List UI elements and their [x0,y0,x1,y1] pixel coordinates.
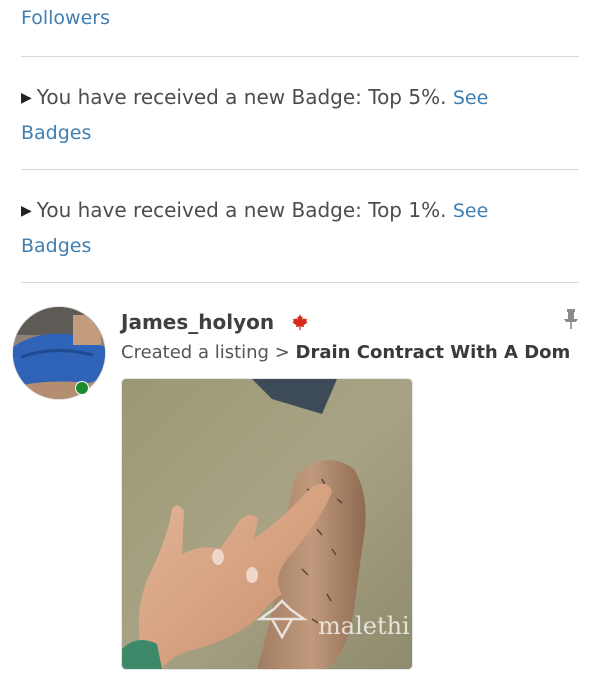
divider [21,169,579,170]
activity-feed: Followers ▶ You have received a new Badge… [0,0,600,675]
listing-title-link[interactable]: Drain Contract With A Dom [296,342,571,363]
pin-icon[interactable] [562,308,580,330]
notification-text: You have received a new Badge: Top 5%. [36,85,447,109]
avatar[interactable] [12,306,106,400]
post-action-line: Created a listing > Drain Contract With … [121,339,570,367]
badge-notification: ▶ You have received a new Badge: Top 1%. … [21,193,541,263]
listing-image[interactable]: malethi [121,378,413,670]
followers-link[interactable]: Followers [21,4,110,32]
post-username[interactable]: James_holyon [121,308,274,336]
online-status-indicator [75,381,89,395]
caret-right-icon: ▶ [21,203,32,219]
badge-notification: ▶ You have received a new Badge: Top 5%. … [21,80,541,150]
canada-maple-leaf-icon [292,313,308,331]
notification-text: You have received a new Badge: Top 1%. [36,198,447,222]
caret-right-icon: ▶ [21,90,32,106]
divider [21,56,579,57]
watermark-text: malethi [318,612,410,640]
feed-post: James_holyon Created a listing > Drain C… [0,282,600,675]
action-text: Created a listing > [121,342,290,363]
